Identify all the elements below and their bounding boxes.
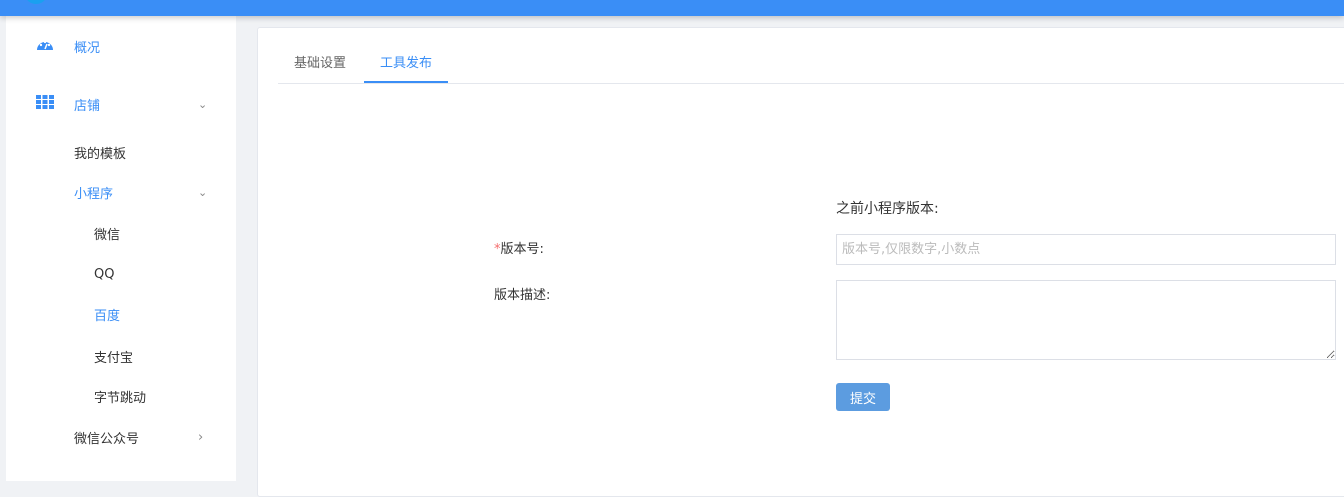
- sidebar-item-label: 我的模板: [74, 146, 127, 162]
- version-label-text: 版本号:: [500, 242, 544, 257]
- sidebar-item-bytedance[interactable]: 字节跳动: [6, 384, 236, 408]
- tab-tool-publish[interactable]: 工具发布: [380, 52, 432, 71]
- sidebar-item-label: 字节跳动: [94, 390, 147, 406]
- chevron-down-icon: ⌄: [198, 185, 208, 199]
- sidebar-item-label: QQ: [94, 266, 115, 282]
- description-label: 版本描述:: [494, 288, 551, 303]
- sidebar-item-overview[interactable]: 概况: [6, 34, 236, 58]
- sidebar-item-label: 店铺: [74, 98, 101, 114]
- previous-version-label: 之前小程序版本:: [836, 201, 939, 217]
- top-bar: [0, 0, 1344, 16]
- tab-bar: 基础设置 工具发布: [278, 28, 1344, 84]
- sidebar-item-label: 百度: [94, 308, 121, 324]
- chevron-right-icon: ›: [198, 429, 204, 445]
- version-label: *版本号:: [494, 238, 544, 257]
- sidebar-item-mini-program[interactable]: 小程序 ⌄: [6, 180, 236, 204]
- logo: [26, 0, 46, 4]
- sidebar-item-label: 小程序: [74, 186, 114, 202]
- content-card: 基础设置 工具发布 之前小程序版本: *版本号: 版本描述: 提交: [257, 27, 1344, 497]
- submit-button[interactable]: 提交: [836, 383, 890, 411]
- active-tab-indicator: [364, 81, 448, 83]
- sidebar-item-alipay[interactable]: 支付宝: [6, 344, 236, 368]
- sidebar-item-label: 支付宝: [94, 350, 134, 366]
- sidebar-item-store[interactable]: 店铺 ⌄: [6, 92, 236, 116]
- sidebar-item-label: 概况: [74, 40, 101, 56]
- sidebar: 概况 店铺 ⌄ 我的模板 小程序 ⌄ 微信 QQ 百度 支付宝 字节跳动 微信公众…: [6, 16, 236, 481]
- sidebar-item-baidu[interactable]: 百度: [6, 302, 236, 326]
- sidebar-item-label: 微信: [94, 227, 121, 243]
- description-textarea[interactable]: [836, 280, 1336, 360]
- tab-basic-settings[interactable]: 基础设置: [294, 52, 346, 71]
- sidebar-item-my-templates[interactable]: 我的模板: [6, 140, 236, 164]
- sidebar-item-official-account[interactable]: 微信公众号 ›: [6, 425, 236, 449]
- sidebar-item-label: 微信公众号: [74, 431, 140, 447]
- sidebar-item-wechat[interactable]: 微信: [6, 221, 236, 245]
- dashboard-icon: [36, 37, 54, 55]
- chevron-down-icon: ⌄: [198, 97, 208, 111]
- grid-icon: [36, 95, 54, 113]
- sidebar-item-qq[interactable]: QQ: [6, 262, 236, 286]
- version-input[interactable]: [836, 234, 1336, 265]
